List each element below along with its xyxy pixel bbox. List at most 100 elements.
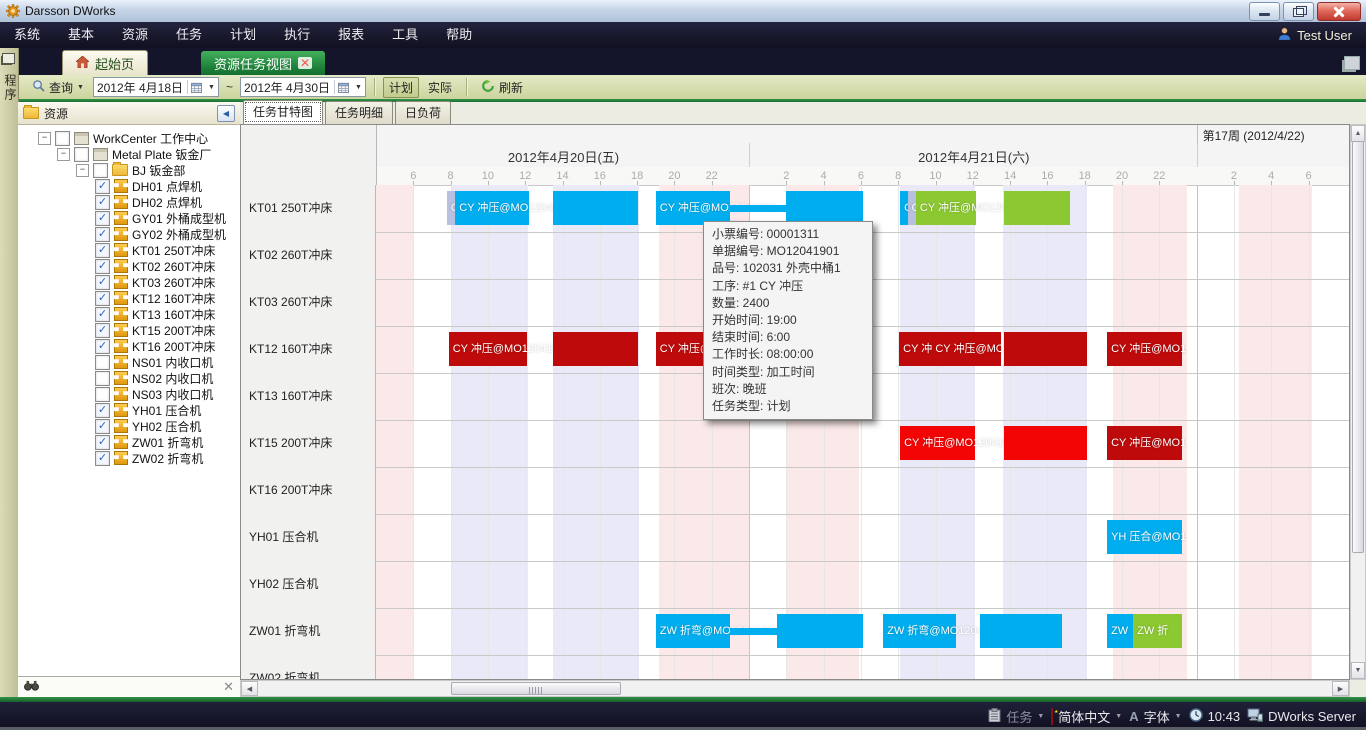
- menu-item[interactable]: 系统: [0, 22, 54, 48]
- tree-item[interactable]: ✓KT12 160T冲床: [18, 290, 240, 306]
- statusbar-item-flag[interactable]: 简体中文▼: [1051, 707, 1122, 726]
- gantt-task-bar[interactable]: ZW 折弯@MO12041901: [883, 614, 956, 648]
- gantt-task-bar[interactable]: CY 冲压@MO1: [1107, 332, 1182, 366]
- tree-item[interactable]: ✓KT03 260T冲床: [18, 274, 240, 290]
- gantt-tab[interactable]: 任务明细: [325, 101, 393, 124]
- statusbar-item-clock[interactable]: 10:43: [1189, 708, 1241, 725]
- tree-item[interactable]: ✓YH01 压合机: [18, 402, 240, 418]
- gantt-task-bar[interactable]: [1004, 426, 1087, 460]
- gantt-task-bar[interactable]: [786, 191, 862, 225]
- menu-item[interactable]: 报表: [324, 22, 378, 48]
- gantt-task-bar[interactable]: [777, 614, 863, 648]
- horizontal-scrollbar[interactable]: ◀ ▶: [240, 680, 1350, 697]
- tree-checkbox[interactable]: ✓: [95, 243, 110, 258]
- tree-item[interactable]: NS02 内收口机: [18, 370, 240, 386]
- date-from-field[interactable]: 2012年 4月18日 ▼: [93, 77, 219, 97]
- user-badge[interactable]: Test User: [1278, 27, 1352, 43]
- tree-checkbox[interactable]: ✓: [95, 419, 110, 434]
- gantt-task-bar[interactable]: [1004, 332, 1087, 366]
- search-close-icon[interactable]: ✕: [223, 679, 234, 695]
- vertical-scroll-thumb[interactable]: [1352, 141, 1364, 553]
- gantt-task-bar[interactable]: CY 冲 CY 冲压@MO12041904: [899, 332, 1001, 366]
- gantt-task-bar[interactable]: CY 冲压@MO1: [1107, 426, 1182, 460]
- tree-checkbox[interactable]: ✓: [95, 339, 110, 354]
- gantt-task-bar[interactable]: [553, 332, 638, 366]
- gantt-tab[interactable]: 日负荷: [395, 101, 451, 124]
- gantt-task-bar[interactable]: [980, 614, 1062, 648]
- tree-checkbox[interactable]: [93, 163, 108, 178]
- gantt-task-bar[interactable]: [1004, 191, 1070, 225]
- tree-checkbox[interactable]: ✓: [95, 211, 110, 226]
- tree-checkbox[interactable]: [95, 355, 110, 370]
- tab-close-icon[interactable]: ✕: [298, 57, 312, 69]
- gantt-bar-connector[interactable]: [730, 205, 786, 212]
- tree-item[interactable]: ✓GY02 外桶成型机: [18, 226, 240, 242]
- gantt-task-bar[interactable]: C: [900, 191, 907, 225]
- tree-item[interactable]: −BJ 钣金部: [18, 162, 240, 178]
- chevron-down-icon[interactable]: ▼: [1115, 713, 1122, 720]
- tree-checkbox[interactable]: ✓: [95, 195, 110, 210]
- menu-item[interactable]: 工具: [378, 22, 432, 48]
- date-to-dropdown-icon[interactable]: ▼: [355, 84, 362, 91]
- gantt-task-bar[interactable]: YH 压合@MO1: [1107, 520, 1182, 554]
- tree-checkbox[interactable]: ✓: [95, 323, 110, 338]
- menu-item[interactable]: 任务: [162, 22, 216, 48]
- program-panel-strip[interactable]: 程序: [0, 48, 19, 697]
- panel-collapse-button[interactable]: ◀: [217, 105, 235, 122]
- plan-toggle-button[interactable]: 计划: [383, 77, 419, 98]
- tree-item[interactable]: ✓ZW02 折弯机: [18, 450, 240, 466]
- gantt-task-bar[interactable]: CY 冲压@MO12041902: [916, 191, 976, 225]
- menu-item[interactable]: 基本: [54, 22, 108, 48]
- tree-item[interactable]: ✓GY01 外桶成型机: [18, 210, 240, 226]
- tree-checkbox[interactable]: [55, 131, 70, 146]
- tree-checkbox[interactable]: ✓: [95, 275, 110, 290]
- gantt-task-bar[interactable]: CY 冲压@MO12041903: [900, 426, 975, 460]
- tree-checkbox[interactable]: [95, 371, 110, 386]
- tab-resource-task-view[interactable]: 资源任务视图 ✕: [201, 51, 325, 75]
- gantt-task-bar[interactable]: C: [447, 191, 455, 225]
- query-button[interactable]: 查询 ▼: [26, 77, 90, 98]
- date-from-dropdown-icon[interactable]: ▼: [208, 84, 215, 91]
- actual-toggle-button[interactable]: 实际: [422, 77, 458, 98]
- tree-checkbox[interactable]: ✓: [95, 307, 110, 322]
- tree-item[interactable]: −Metal Plate 钣金厂: [18, 146, 240, 162]
- statusbar-item-font[interactable]: A字体▼: [1129, 707, 1181, 726]
- gantt-task-bar[interactable]: CY 冲压@MO12041901: [656, 191, 731, 225]
- tree-checkbox[interactable]: [95, 387, 110, 402]
- calendar-icon[interactable]: [187, 80, 204, 94]
- gantt-task-bar[interactable]: C: [908, 191, 916, 225]
- tree-search-bar[interactable]: ✕: [18, 676, 240, 697]
- gantt-tab[interactable]: 任务甘特图: [243, 100, 323, 124]
- tree-checkbox[interactable]: ✓: [95, 451, 110, 466]
- restore-button[interactable]: [1283, 2, 1314, 21]
- gantt-task-bar[interactable]: CY 冲压@MO12041904: [449, 332, 527, 366]
- tree-item[interactable]: NS01 内收口机: [18, 354, 240, 370]
- tree-checkbox[interactable]: ✓: [95, 227, 110, 242]
- gantt-task-bar[interactable]: [553, 191, 638, 225]
- scroll-down-button[interactable]: ▼: [1351, 662, 1365, 679]
- tree-checkbox[interactable]: ✓: [95, 259, 110, 274]
- tree-item[interactable]: ✓KT01 250T冲床: [18, 242, 240, 258]
- statusbar-item-tasks[interactable]: 任务▼: [988, 707, 1044, 726]
- menu-item[interactable]: 资源: [108, 22, 162, 48]
- tab-home[interactable]: 起始页: [62, 50, 148, 75]
- tree-item[interactable]: ✓YH02 压合机: [18, 418, 240, 434]
- tree-item[interactable]: ✓DH02 点焊机: [18, 194, 240, 210]
- vertical-scrollbar[interactable]: ▲ ▼: [1350, 124, 1366, 680]
- menu-item[interactable]: 计划: [216, 22, 270, 48]
- tree-checkbox[interactable]: ✓: [95, 403, 110, 418]
- scroll-right-button[interactable]: ▶: [1332, 681, 1349, 696]
- tree-item[interactable]: ✓DH01 点焊机: [18, 178, 240, 194]
- tree-item[interactable]: ✓KT16 200T冲床: [18, 338, 240, 354]
- gantt-task-bar[interactable]: ZW 折弯@MO12041901: [656, 614, 731, 648]
- chevron-down-icon[interactable]: ▼: [1037, 713, 1044, 720]
- tree-expander-icon[interactable]: −: [57, 148, 70, 161]
- chevron-down-icon[interactable]: ▼: [1175, 713, 1182, 720]
- gantt-bar-connector[interactable]: [730, 628, 777, 635]
- tree-item[interactable]: ✓KT13 160T冲床: [18, 306, 240, 322]
- calendar-icon[interactable]: [334, 80, 351, 94]
- tree-expander-icon[interactable]: −: [76, 164, 89, 177]
- tree-checkbox[interactable]: ✓: [95, 291, 110, 306]
- tree-item[interactable]: ✓KT15 200T冲床: [18, 322, 240, 338]
- close-button[interactable]: [1317, 2, 1361, 21]
